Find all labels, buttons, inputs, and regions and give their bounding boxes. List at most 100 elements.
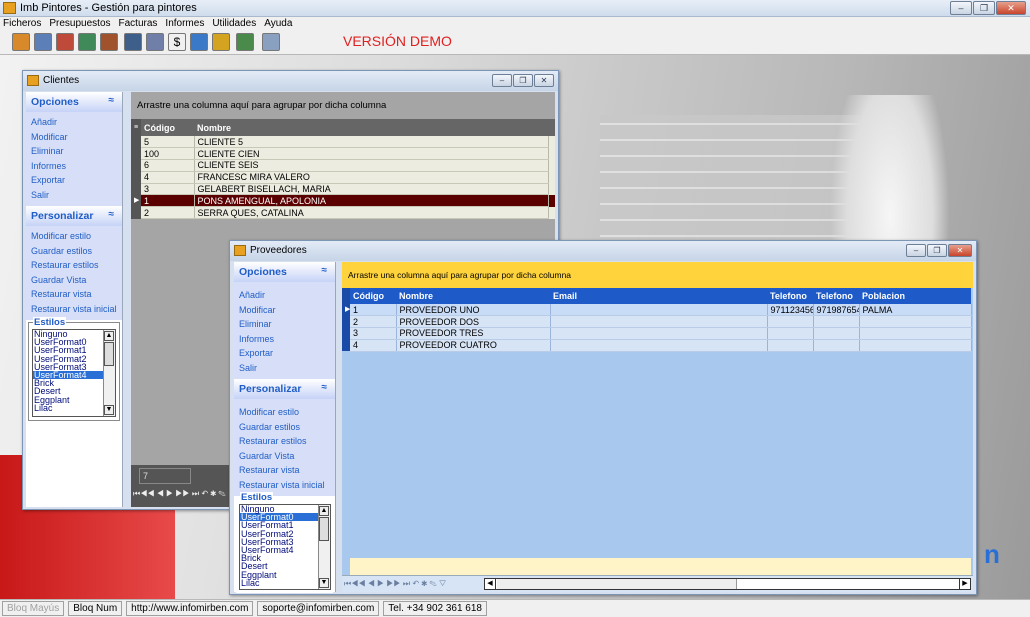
menu-presupuestos[interactable]: Presupuestos [49, 17, 110, 30]
table-cell[interactable]: FRANCESC MIRA VALERO [194, 171, 549, 184]
table-cell[interactable] [859, 315, 972, 329]
scroll-thumb[interactable] [104, 342, 114, 366]
table-row[interactable]: ▶ 1 PROVEEDOR UNO 971123456 971987654 PALMA [342, 304, 972, 317]
website-link[interactable]: http://www.infomirben.com [126, 601, 254, 616]
table-cell[interactable]: 3 [141, 183, 195, 196]
table-cell[interactable] [813, 327, 860, 340]
column-header-telefono-2[interactable]: Telefono [813, 288, 859, 304]
table-cell[interactable] [550, 339, 768, 352]
maximize-button[interactable]: ❐ [973, 1, 995, 15]
scroll-up-icon[interactable]: ▲ [319, 506, 329, 516]
record-navigator[interactable]: ⏮◀◀ ◀ ▶ ▶▶ ⏭ ↶ ✱ ✎ ▽ [344, 579, 446, 589]
collapse-icon[interactable]: ≈ [322, 382, 328, 393]
table-cell[interactable] [767, 327, 814, 340]
row-indicator[interactable] [131, 171, 141, 184]
personalizar-header[interactable]: Personalizar ≈ [234, 379, 335, 399]
table-row[interactable]: 4 FRANCESC MIRA VALERO [131, 171, 555, 184]
row-indicator[interactable] [342, 339, 350, 352]
table-row[interactable]: 2 SERRA QUES, CATALINA [131, 206, 555, 220]
table-cell[interactable]: 1 [141, 194, 195, 208]
table-cell[interactable] [767, 315, 814, 329]
column-header-extra[interactable] [548, 119, 555, 136]
informes-link[interactable]: Informes [239, 332, 335, 347]
close-button[interactable]: ✕ [996, 1, 1026, 15]
table-cell[interactable]: 2 [350, 315, 397, 329]
restaurar-vista-inicial-link[interactable]: Restaurar vista inicial [31, 302, 122, 317]
table-cell[interactable]: PROVEEDOR TRES [396, 327, 551, 340]
table-row[interactable]: 3 PROVEEDOR TRES [342, 327, 972, 340]
table-row[interactable]: 3 GELABERT BISELLACH, MARIA [131, 183, 555, 196]
scroll-down-icon[interactable]: ▼ [104, 405, 114, 415]
table-cell[interactable]: 4 [350, 339, 397, 352]
table-cell[interactable] [813, 339, 860, 352]
horizontal-scrollbar[interactable]: ◀ ▶ [484, 578, 971, 590]
support-email-link[interactable]: soporte@infomirben.com [257, 601, 380, 616]
restaurar-vista-inicial-link[interactable]: Restaurar vista inicial [239, 478, 335, 493]
exit-icon[interactable] [262, 33, 280, 51]
table-cell[interactable]: 1 [350, 304, 397, 317]
scroll-right-icon[interactable]: ▶ [959, 579, 970, 589]
opciones-header[interactable]: Opciones ≈ [234, 262, 335, 282]
proveedores-close-button[interactable]: ✕ [948, 244, 972, 257]
row-indicator[interactable] [131, 183, 141, 195]
menu-ayuda[interactable]: Ayuda [264, 17, 292, 30]
exportar-link[interactable]: Exportar [31, 173, 122, 188]
scroll-down-icon[interactable]: ▼ [319, 578, 329, 588]
user-icon[interactable] [190, 33, 208, 51]
table-cell[interactable]: 6 [141, 159, 195, 172]
row-indicator[interactable] [131, 159, 141, 172]
document-icon[interactable] [56, 33, 74, 51]
table-cell[interactable]: PROVEEDOR CUATRO [396, 339, 551, 352]
table-cell[interactable] [859, 339, 972, 352]
guardar-estilos-link[interactable]: Guardar estilos [239, 420, 335, 435]
list-scrollbar[interactable]: ▲ ▼ [318, 505, 330, 589]
table-cell[interactable]: SERRA QUES, CATALINA [194, 206, 549, 220]
scroll-up-icon[interactable]: ▲ [104, 331, 114, 341]
row-indicator[interactable]: ▶ [131, 194, 141, 207]
record-navigator[interactable]: ⏮◀◀ ◀ ▶ ▶▶ ⏭ ↶ ✱ ✎ [133, 489, 226, 499]
row-indicator[interactable] [131, 206, 141, 219]
list-scrollbar[interactable]: ▲ ▼ [103, 330, 115, 416]
table-cell[interactable]: 100 [141, 147, 195, 161]
table-cell[interactable]: CLIENTE SEIS [194, 159, 549, 172]
list-item[interactable]: Lilac [240, 578, 330, 587]
spreadsheet-icon[interactable] [236, 33, 254, 51]
column-header-telefono[interactable]: Telefono [767, 288, 813, 304]
table-row[interactable]: 2 PROVEEDOR DOS [342, 315, 972, 329]
table-cell[interactable] [767, 339, 814, 352]
table-row[interactable]: 100 CLIENTE CIEN [131, 147, 555, 161]
minimize-button[interactable]: – [950, 1, 972, 15]
table-cell[interactable]: CLIENTE 5 [194, 136, 549, 149]
table-cell[interactable]: PROVEEDOR UNO [396, 304, 551, 317]
print-icon[interactable] [34, 33, 52, 51]
calculator-icon[interactable] [124, 33, 142, 51]
collapse-icon[interactable]: ≈ [322, 265, 328, 276]
scroll-left-icon[interactable]: ◀ [485, 579, 496, 589]
guardar-vista-link[interactable]: Guardar Vista [239, 449, 335, 464]
modificar-estilo-link[interactable]: Modificar estilo [31, 229, 122, 244]
row-indicator[interactable]: ▶ [342, 304, 350, 316]
table-cell[interactable]: PALMA [859, 304, 972, 317]
opciones-header[interactable]: Opciones ≈ [26, 92, 122, 112]
clientes-close-button[interactable]: ✕ [534, 74, 554, 87]
anadir-link[interactable]: Añadir [31, 115, 122, 130]
table-cell[interactable]: 971123456 [767, 304, 814, 317]
collapse-icon[interactable]: ≈ [109, 209, 115, 220]
column-header-poblacion[interactable]: Poblacion [859, 288, 971, 304]
proveedores-window[interactable]: Proveedores – ❐ ✕ Opciones ≈ Añadir Modif… [229, 240, 977, 595]
personalizar-header[interactable]: Personalizar ≈ [26, 206, 122, 226]
table-cell[interactable]: PROVEEDOR DOS [396, 315, 551, 329]
table-cell[interactable] [550, 304, 768, 317]
tools-icon[interactable] [146, 33, 164, 51]
table-row[interactable]: 6 CLIENTE SEIS [131, 159, 555, 172]
informes-link[interactable]: Informes [31, 159, 122, 174]
table-row[interactable]: 5 CLIENTE 5 [131, 136, 555, 149]
scroll-thumb[interactable] [319, 517, 329, 541]
row-indicator[interactable] [342, 327, 350, 340]
paint-bucket-icon[interactable] [12, 33, 30, 51]
table-cell[interactable]: 3 [350, 327, 397, 340]
row-indicator[interactable] [131, 136, 141, 148]
eliminar-link[interactable]: Eliminar [239, 317, 335, 332]
restaurar-vista-link[interactable]: Restaurar vista [31, 287, 122, 302]
proveedores-minimize-button[interactable]: – [906, 244, 926, 257]
